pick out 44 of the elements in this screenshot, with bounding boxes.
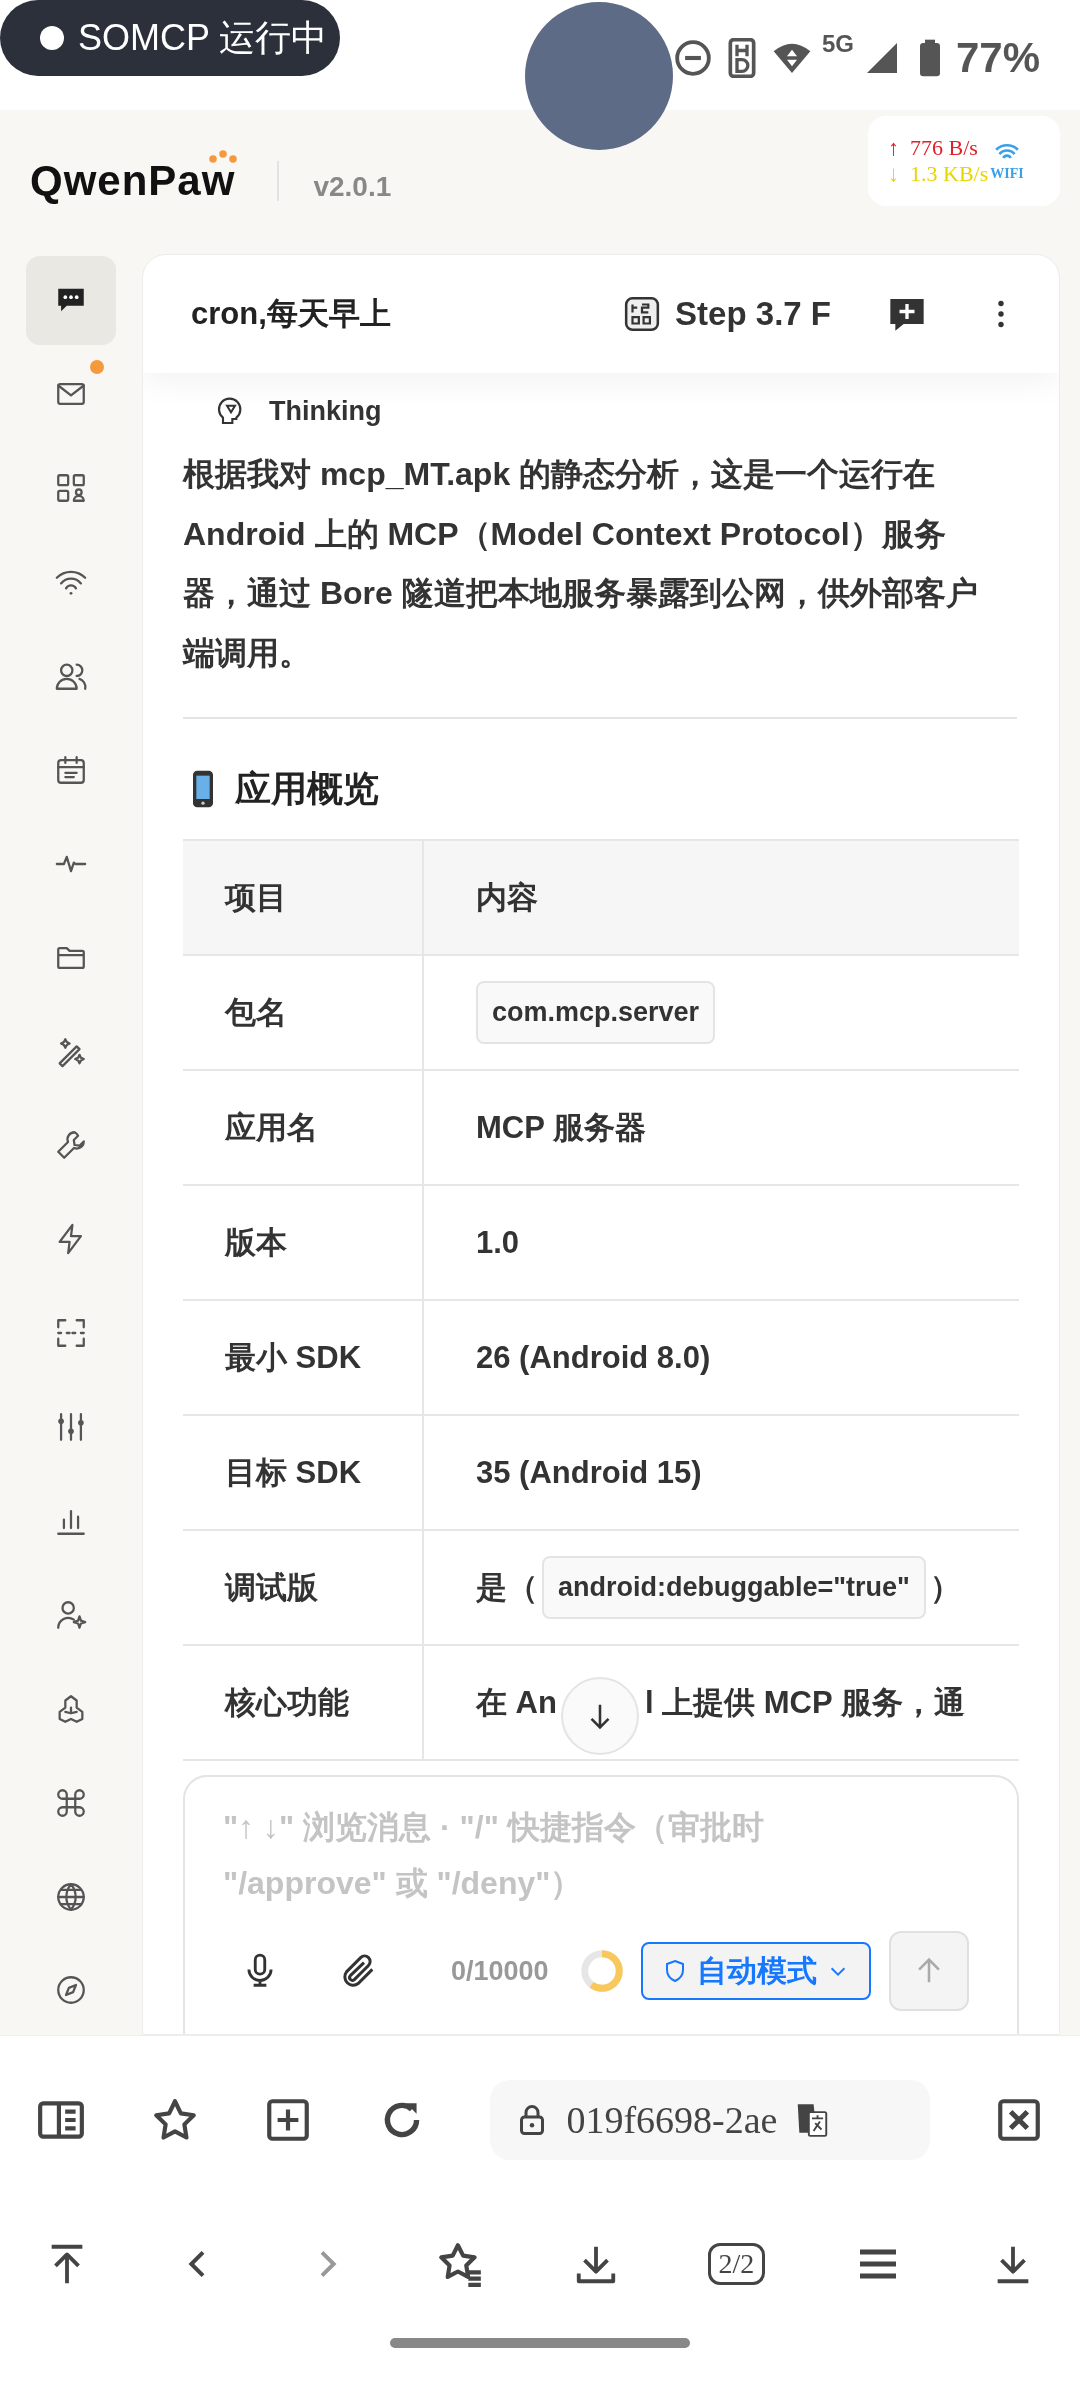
do-not-disturb-icon xyxy=(673,39,712,77)
model-selector[interactable]: Step 3.7 F xyxy=(623,295,831,333)
cell-text: ） xyxy=(929,1568,961,1607)
character-count: 0/10000 xyxy=(451,1955,549,1987)
dot-icon xyxy=(40,26,64,50)
cell-text: 是（ xyxy=(476,1568,538,1607)
mode-dropdown[interactable]: 自动模式 xyxy=(640,1942,871,2000)
tabs-button[interactable]: 2/2 xyxy=(707,2243,766,2285)
table-cell-text: 1.0 xyxy=(475,1223,521,1262)
download-speed: ↓ 1.3 KB/s xyxy=(888,161,989,187)
cell-text: 在 An xyxy=(476,1683,557,1722)
paw-icon xyxy=(208,149,238,164)
table-cell: 应用名 xyxy=(183,1071,424,1184)
cell-text: l 上提供 MCP 服务，通 xyxy=(644,1683,965,1722)
network-label: WIFI xyxy=(990,166,1024,182)
model-icon xyxy=(623,295,662,333)
app-logo: QwenPaw xyxy=(30,157,236,205)
battery-percent: 77% xyxy=(955,34,1040,82)
message-composer[interactable]: "↑ ↓" 浏览消息 · "/" 快捷指令（审批时 "/approve" 或 "/deny"） 0/10000 自动模式 xyxy=(183,1775,1019,2034)
code-snippet: com.mcp.server xyxy=(476,981,716,1044)
network-type: 5G xyxy=(821,30,854,58)
table-header-cell: 项目 xyxy=(183,841,424,954)
table-cell: 最小 SDK xyxy=(183,1301,424,1414)
table-cell-text: MCP 服务器 xyxy=(475,1108,647,1147)
table-cell: 核心功能 xyxy=(183,1646,424,1759)
thinking-toggle[interactable]: Thinking xyxy=(215,381,1017,441)
address-bar[interactable]: 019f6698-2ae xyxy=(490,2080,931,2160)
version-label: v2.0.1 xyxy=(313,171,392,203)
message-paragraph: 根据我对 mcp_MT.apk 的静态分析，这是一个运行在 Android 上的 MCP（Model Context Protocol）服务器，通过 Bore 隧道把本地服务暴露到公网，供外部客户端调用。 xyxy=(183,455,979,673)
code-snippet: android:debuggable="true" xyxy=(542,1556,926,1619)
table-cell: 包名 xyxy=(183,956,424,1069)
chat-title: cron,每天早上 xyxy=(191,295,392,333)
upload-speed: ↑ 776 B/s xyxy=(888,135,979,161)
notification-text: SOMCP 运行中 xyxy=(78,15,328,60)
context-usage-ring xyxy=(578,1948,625,1994)
table-cell: 调试版 xyxy=(183,1531,424,1644)
table-cell: 目标 SDK xyxy=(183,1416,424,1529)
table-cell: 版本 xyxy=(183,1186,424,1299)
table-cell-text: 35 (Android 15) xyxy=(475,1453,703,1492)
sidebar-item[interactable] xyxy=(26,256,116,345)
notification-pill[interactable]: SOMCP 运行中 xyxy=(0,0,340,76)
table-cell-text: 26 (Android 8.0) xyxy=(475,1338,712,1377)
table-header-cell-text: 内容 xyxy=(475,878,539,917)
section-heading: 应用概览 xyxy=(235,766,379,811)
